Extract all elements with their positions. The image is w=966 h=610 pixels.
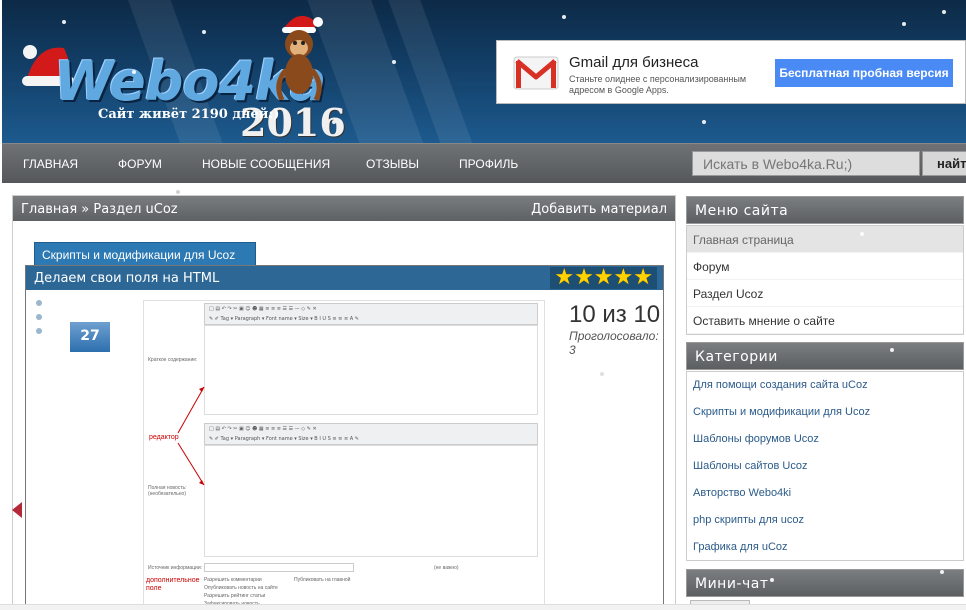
nav-item-profile[interactable]: ПРОФИЛЬ (459, 157, 518, 171)
nav-item-new-messages[interactable]: НОВЫЕ СООБЩЕНИЯ (202, 157, 330, 171)
editor-area-short (204, 325, 538, 415)
snowflake-icon (176, 190, 180, 194)
snowflake-icon (392, 60, 396, 64)
nav-item-home[interactable]: ГЛАВНАЯ (23, 157, 78, 171)
category-item[interactable]: php скрипты для ucoz (687, 507, 963, 534)
rating-votes: Проголосовало: 3 (569, 329, 659, 357)
bullet-icon (36, 314, 42, 320)
add-material-link[interactable]: Добавить материал (531, 202, 667, 217)
search-input[interactable] (692, 151, 920, 176)
article-image[interactable]: Краткое содержание: □ ▤ ↶ ↷ ✂ ▣ ☺ ☻ ▦ ≡ … (143, 300, 545, 610)
menu-item-home[interactable]: Главная страница (687, 226, 963, 253)
snowflake-icon (702, 120, 706, 124)
article-card: Делаем свои поля на HTML ★★★★★ 27 Кратко… (25, 265, 664, 610)
menu-item-feedback[interactable]: Оставить мнение о сайте (687, 307, 963, 334)
screenshot-label-full: Полная новость: (необязательно) (148, 485, 187, 497)
category-item[interactable]: Скрипты и модификации для Ucoz (687, 399, 963, 426)
rating-score: 10 из 10 (569, 301, 661, 328)
category-item[interactable]: Для помощи создания сайта uCoz (687, 372, 963, 399)
gmail-logo-icon (513, 56, 559, 90)
bullet-icon (36, 328, 42, 334)
article-title[interactable]: Делаем свои поля на HTML (34, 271, 219, 286)
star-icon[interactable]: ★ (574, 267, 594, 289)
site-age-text: Сайт живёт 2190 дней:) (98, 107, 280, 122)
ad-title[interactable]: Gmail для бизнеса (569, 54, 698, 71)
snowflake-icon (600, 372, 604, 376)
snowflake-icon (770, 578, 774, 582)
category-item[interactable]: Шаблоны сайтов Ucoz (687, 453, 963, 480)
mini-chat-header: Мини-чат (686, 569, 964, 597)
article-header: Делаем свои поля на HTML ★★★★★ (26, 266, 663, 290)
star-icon[interactable]: ★ (633, 267, 653, 289)
toolbar-row: ✎ ✐ Tag ▾ Paragraph ▾ Font name ▾ Size ▾… (209, 436, 359, 442)
snowflake-icon (940, 570, 944, 574)
category-item[interactable]: Шаблоны форумов Ucoz (687, 426, 963, 453)
star-icon[interactable]: ★ (554, 267, 574, 289)
checkbox-label: Опубликовать новость на сайте (204, 585, 278, 591)
search-button[interactable]: найт (922, 151, 966, 176)
snowflake-icon (332, 120, 336, 124)
category-item[interactable]: Авторство Webo4ki (687, 480, 963, 507)
breadcrumb[interactable]: Главная » Раздел uCoz (21, 202, 178, 217)
snowflake-icon (132, 70, 136, 74)
source-hint: (не важно) (434, 565, 459, 571)
gmail-ad-banner[interactable]: Gmail для бизнеса Станьте олиднее с перс… (496, 40, 966, 104)
source-field (204, 563, 354, 572)
star-icon[interactable]: ★ (614, 267, 634, 289)
checkbox-label: Публиковать на главной (294, 577, 351, 583)
snowflake-icon (562, 15, 566, 19)
free-trial-button[interactable]: Бесплатная пробная версия (775, 59, 953, 87)
main-content: Главная » Раздел uCoz Добавить материал … (12, 195, 676, 610)
snowflake-icon (860, 232, 864, 236)
site-header: Webo4ka 2016 Сайт живёт 2190 дней:) Gmai… (2, 0, 966, 143)
ad-description: Станьте олиднее с персонализированным ад… (569, 74, 747, 95)
editor-toolbar: □ ▤ ↶ ↷ ✂ ▣ ☺ ☻ ▦ ≡ ≡ ≡ ☰ ☰ — ◇ ✎ ✕ ✎ ✐ … (204, 423, 538, 445)
snowflake-icon (942, 10, 946, 14)
snowflake-icon (890, 348, 894, 352)
scroll-marker-icon (12, 502, 22, 518)
menu-item-forum[interactable]: Форум (687, 253, 963, 280)
screenshot-label-short: Краткое содержание: (148, 357, 198, 363)
page-bottom-edge (0, 604, 966, 610)
nav-item-forum[interactable]: ФОРУМ (118, 157, 162, 171)
bullet-icon (36, 300, 42, 306)
menu-item-ucoz[interactable]: Раздел Ucoz (687, 280, 963, 307)
toolbar-row: ✎ ✐ Tag ▾ Paragraph ▾ Font name ▾ Size ▾… (209, 316, 359, 322)
site-menu: Главная страница Форум Раздел Ucoz Остав… (686, 225, 964, 335)
checkbox-label: Разрешить рейтинг статьи (204, 593, 266, 599)
breadcrumb-bar: Главная » Раздел uCoz Добавить материал (13, 196, 675, 221)
star-icon[interactable]: ★ (594, 267, 614, 289)
editor-toolbar: □ ▤ ↶ ↷ ✂ ▣ ☺ ☻ ▦ ≡ ≡ ≡ ☰ ☰ — ◇ ✎ ✕ ✎ ✐ … (204, 303, 538, 325)
categories-header: Категории (686, 342, 964, 370)
toolbar-row: □ ▤ ↶ ↷ ✂ ▣ ☺ ☻ ▦ ≡ ≡ ≡ ☰ ☰ — ◇ ✎ ✕ (209, 306, 317, 312)
toolbar-row: □ ▤ ↶ ↷ ✂ ▣ ☺ ☻ ▦ ≡ ≡ ≡ ☰ ☰ — ◇ ✎ ✕ (209, 426, 317, 432)
category-item[interactable]: Графика для uCoz (687, 534, 963, 561)
extra-field-annotation: дополнительное поле (146, 577, 200, 592)
annotation-arrows-icon (177, 386, 205, 486)
nav-item-reviews[interactable]: ОТЗЫВЫ (366, 157, 419, 171)
snowflake-icon (62, 20, 66, 24)
categories-list: Для помощи создания сайта uCoz Скрипты и… (686, 371, 964, 561)
editor-area-full (204, 445, 538, 557)
screenshot-label-source: Источник информации: (148, 565, 203, 571)
checkbox-label: Разрешить комментарии (204, 577, 262, 583)
main-navigation: ГЛАВНАЯ ФОРУМ НОВЫЕ СООБЩЕНИЯ ОТЗЫВЫ ПРО… (2, 143, 966, 183)
date-badge: 27 (70, 322, 110, 352)
rating-stars[interactable]: ★★★★★ (550, 267, 657, 289)
snowflake-icon (202, 30, 206, 34)
tab-category[interactable]: Скрипты и модификации для Ucoz (34, 242, 256, 266)
snowflake-icon (902, 22, 906, 26)
monkey-mascot-icon (276, 15, 323, 100)
site-menu-header: Меню сайта (686, 196, 964, 224)
